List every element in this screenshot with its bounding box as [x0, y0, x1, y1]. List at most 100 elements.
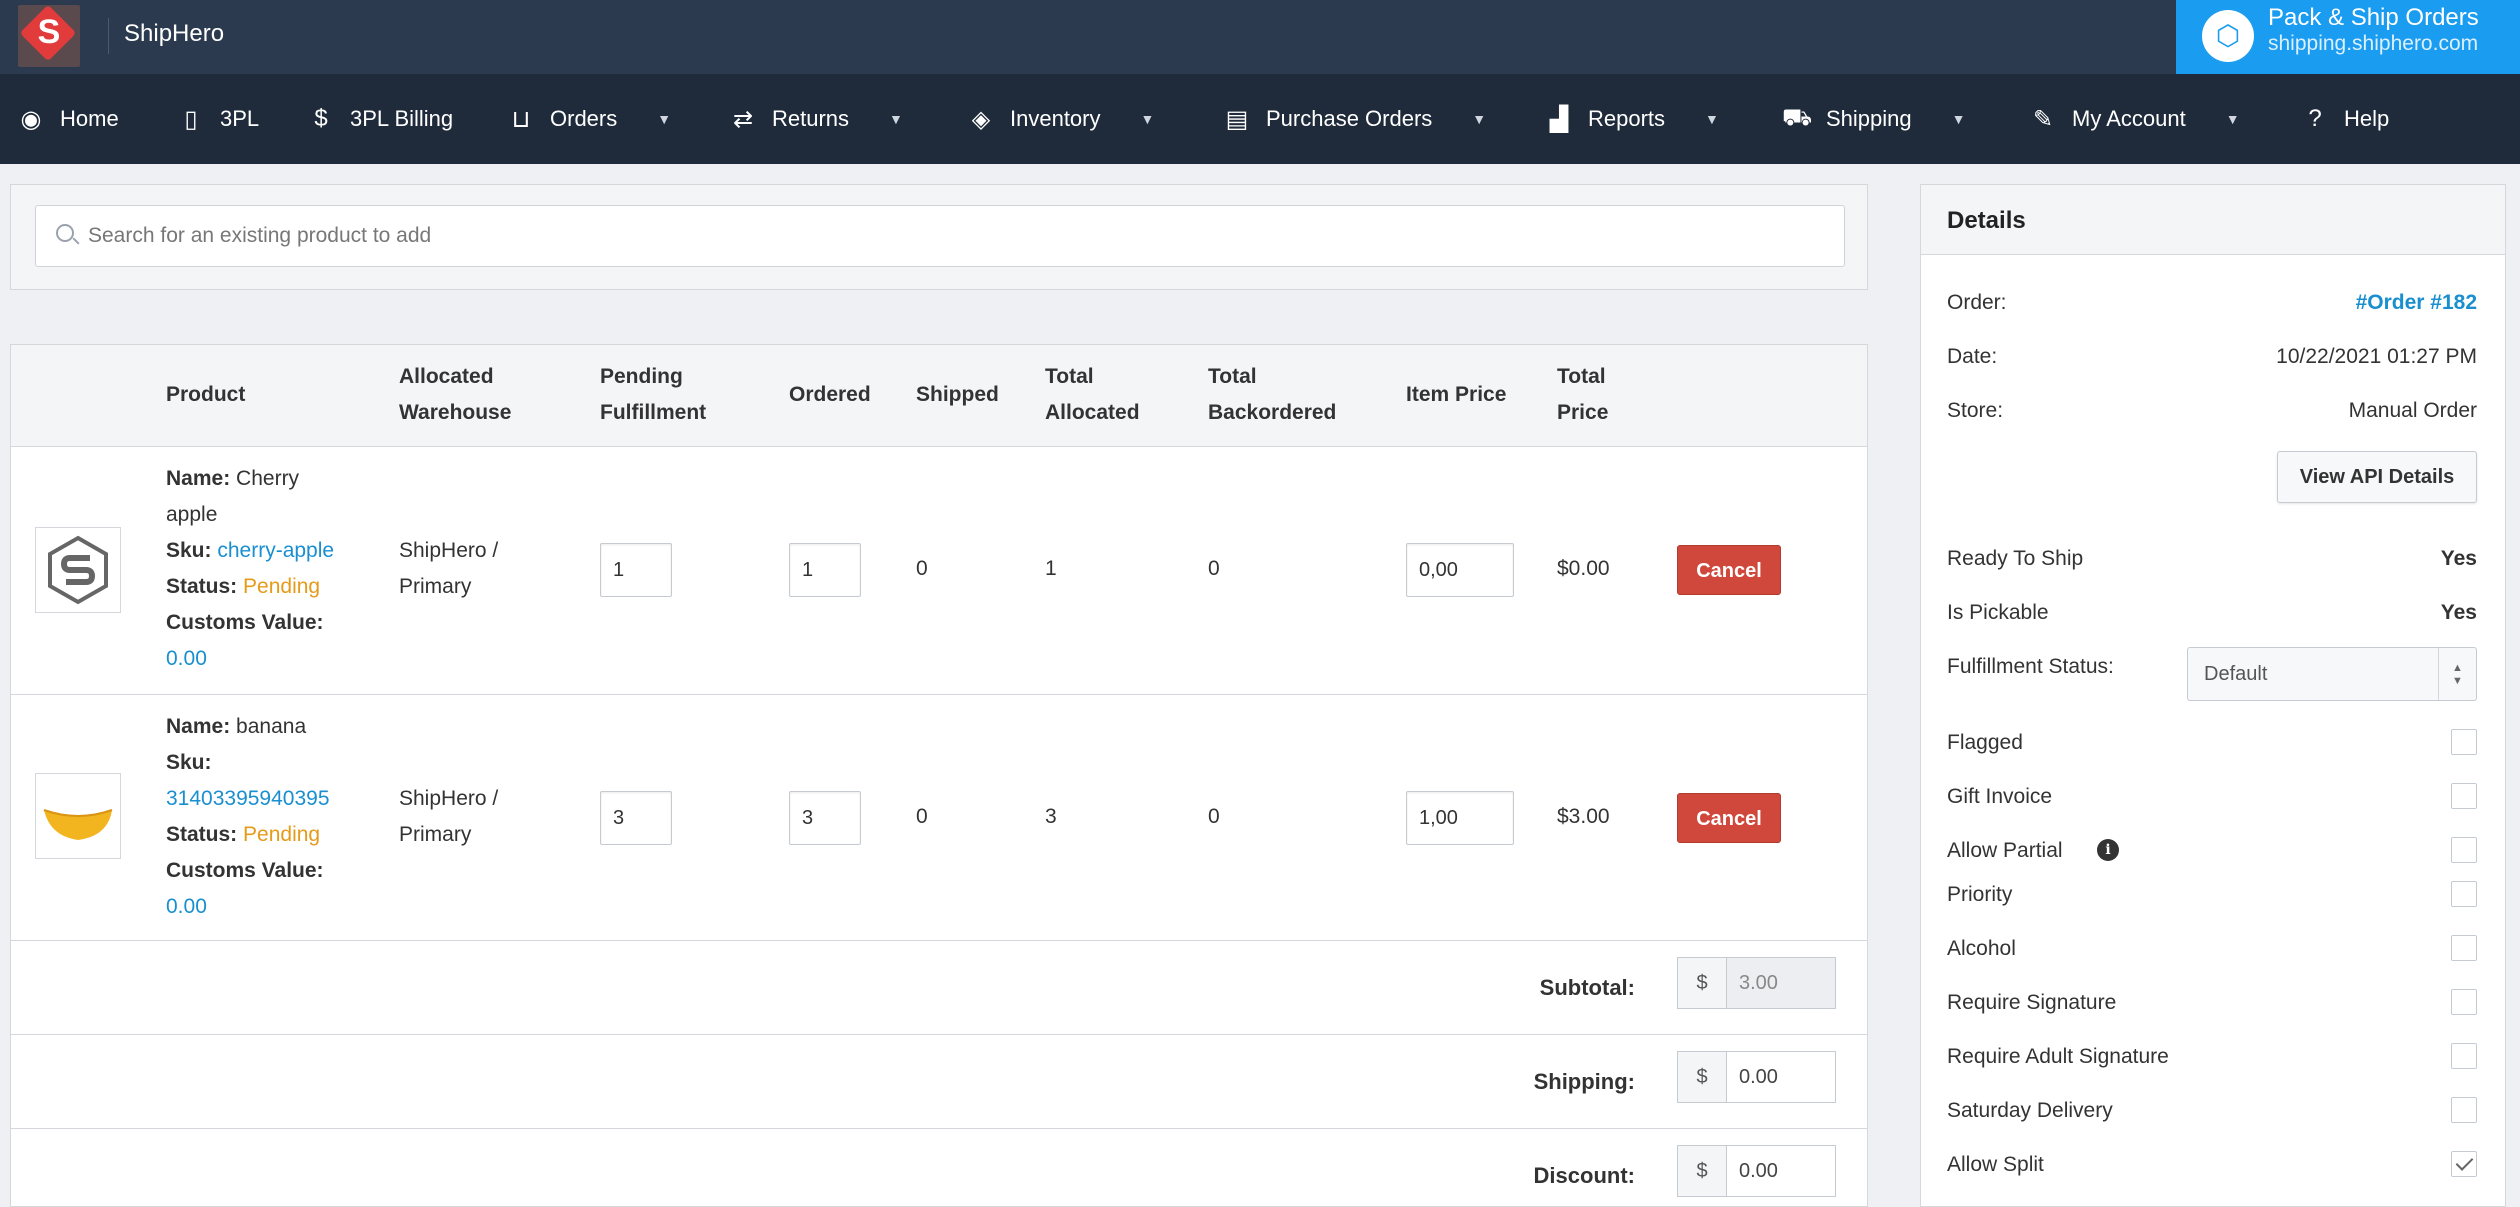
nav-3pl-billing-label: 3PL Billing	[350, 106, 454, 131]
th-shipped: Shipped	[916, 383, 999, 406]
signal-icon: ▟	[1549, 105, 1569, 133]
table-row: Name: Cherry apple Sku: cherry-apple Sta…	[11, 447, 1867, 695]
shipped-value: 0	[916, 557, 928, 580]
dollar-icon: $	[314, 105, 328, 132]
pack-ship-title: Pack & Ship Orders	[2268, 4, 2479, 31]
nav-home[interactable]: ◉ Home	[16, 74, 119, 164]
warehouse-cell: ShipHero / Primary	[399, 533, 498, 605]
info-icon[interactable]: i	[2097, 839, 2119, 861]
cancel-item-button[interactable]: Cancel	[1677, 545, 1781, 595]
nav-shipping-label: Shipping	[1826, 106, 1912, 131]
item-price-input[interactable]: 1,00	[1406, 791, 1514, 845]
shiphero-logo[interactable]: S	[18, 4, 80, 67]
nav-help-label: Help	[2344, 106, 2390, 131]
discount-input[interactable]: 0.00	[1726, 1145, 1836, 1197]
product-search-input[interactable]	[88, 206, 1828, 266]
chevron-down-icon: ▼	[1951, 111, 1966, 127]
customs-value[interactable]: 0.00	[166, 641, 366, 677]
details-title: Details	[1947, 207, 2026, 234]
customs-label: Customs Value:	[166, 859, 324, 882]
allow-split-checkbox[interactable]	[2451, 1151, 2477, 1177]
th-warehouse-line1: Allocated	[399, 365, 494, 388]
nav-3pl[interactable]: ▯ 3PL	[176, 74, 259, 164]
nav-returns[interactable]: ⇄ Returns ▼	[728, 74, 903, 164]
store-label: Store:	[1947, 399, 2004, 422]
gift-invoice-checkbox[interactable]	[2451, 783, 2477, 809]
pack-ship-url: shipping.shiphero.com	[2268, 32, 2479, 55]
flagged-checkbox[interactable]	[2451, 729, 2477, 755]
ordered-quantity-input[interactable]: 3	[789, 791, 861, 845]
table-header: Product Allocated Warehouse Pending Fulf…	[11, 345, 1867, 447]
shipped-value: 0	[916, 805, 928, 828]
status-label: Status:	[166, 823, 238, 846]
nav-shipping[interactable]: ⛟ Shipping ▼	[1782, 74, 1966, 164]
subtotal-row: Subtotal: $ 3.00	[11, 941, 1867, 1035]
subtotal-label: Subtotal:	[1539, 975, 1635, 1000]
th-backordered-line1: Total	[1208, 365, 1257, 388]
wrench-icon: ✎	[2032, 105, 2054, 133]
date-value: 10/22/2021 01:27 PM	[2276, 345, 2477, 368]
flag-row-priority: Priority	[1947, 875, 2477, 915]
status-value: Pending	[243, 823, 321, 846]
require-adult-signature-checkbox[interactable]	[2451, 1043, 2477, 1069]
order-number-link[interactable]: #Order #182	[2356, 283, 2477, 323]
product-thumbnail[interactable]	[35, 773, 121, 859]
nav-help[interactable]: ? Help	[2300, 74, 2389, 164]
saturday-delivery-checkbox[interactable]	[2451, 1097, 2477, 1123]
nav-inventory[interactable]: ◈ Inventory ▼	[966, 74, 1155, 164]
product-thumbnail[interactable]	[35, 527, 121, 613]
pending-fulfillment-input[interactable]: 1	[600, 543, 672, 597]
product-search-box[interactable]	[35, 205, 1845, 267]
nav-my-account-label: My Account	[2072, 106, 2186, 131]
saturday-delivery-label: Saturday Delivery	[1947, 1099, 2113, 1122]
total-price-value: $0.00	[1557, 557, 1610, 580]
allocated-value: 1	[1045, 557, 1057, 580]
pending-fulfillment-input[interactable]: 3	[600, 791, 672, 845]
flag-row-gift-invoice: Gift Invoice	[1947, 777, 2477, 817]
pack-ship-orders-link[interactable]: ⬡ Pack & Ship Orders shipping.shiphero.c…	[2176, 0, 2520, 74]
nav-3pl-billing[interactable]: $ 3PL Billing	[306, 74, 453, 164]
order-row: Order: #Order #182	[1947, 283, 2477, 323]
require-signature-checkbox[interactable]	[2451, 989, 2477, 1015]
priority-checkbox[interactable]	[2451, 881, 2477, 907]
nav-orders[interactable]: ⊔ Orders ▼	[506, 74, 671, 164]
item-price-input[interactable]: 0,00	[1406, 543, 1514, 597]
cancel-item-button[interactable]: Cancel	[1677, 793, 1781, 843]
ready-to-ship-label: Ready To Ship	[1947, 547, 2084, 570]
allow-partial-checkbox[interactable]	[2451, 837, 2477, 863]
sku-link[interactable]: 31403395940395	[166, 781, 366, 817]
warehouse-line1: ShipHero /	[399, 539, 499, 562]
customs-value[interactable]: 0.00	[166, 889, 366, 925]
nav-orders-label: Orders	[550, 106, 618, 131]
brand-name[interactable]: ShipHero	[124, 20, 224, 48]
customs-label: Customs Value:	[166, 611, 324, 634]
allow-split-label: Allow Split	[1947, 1153, 2044, 1176]
archive-icon: ▤	[1225, 105, 1249, 133]
th-total-price-line1: Total	[1557, 365, 1606, 388]
currency-addon: $	[1677, 957, 1727, 1009]
nav-3pl-label: 3PL	[220, 106, 260, 131]
chevron-down-icon: ▼	[889, 111, 903, 127]
alcohol-checkbox[interactable]	[2451, 935, 2477, 961]
nav-returns-label: Returns	[772, 106, 850, 131]
exchange-icon: ⇄	[732, 105, 754, 133]
sku-link[interactable]: cherry-apple	[217, 539, 334, 562]
ordered-quantity-input[interactable]: 1	[789, 543, 861, 597]
flag-row-flagged: Flagged	[1947, 723, 2477, 763]
th-allocated-line1: Total	[1045, 365, 1094, 388]
require-signature-label: Require Signature	[1947, 991, 2117, 1014]
flagged-label: Flagged	[1947, 731, 2023, 754]
view-api-details-button[interactable]: View API Details	[2277, 451, 2477, 503]
fulfillment-status-select[interactable]: Default ▲ ▼	[2187, 647, 2477, 701]
shipping-input[interactable]: 0.00	[1726, 1051, 1836, 1103]
product-info: Name: Cherry apple Sku: cherry-apple Sta…	[166, 461, 366, 677]
backordered-value: 0	[1208, 557, 1220, 580]
nav-reports[interactable]: ▟ Reports ▼	[1544, 74, 1719, 164]
warehouse-line2: Primary	[399, 823, 472, 846]
fulfillment-status-label: Fulfillment Status:	[1947, 655, 2114, 678]
sku-label: Sku:	[166, 539, 212, 562]
nav-my-account[interactable]: ✎ My Account ▼	[2028, 74, 2240, 164]
currency-addon: $	[1677, 1145, 1727, 1197]
nav-purchase-orders[interactable]: ▤ Purchase Orders ▼	[1222, 74, 1487, 164]
status-label: Status:	[166, 575, 238, 598]
